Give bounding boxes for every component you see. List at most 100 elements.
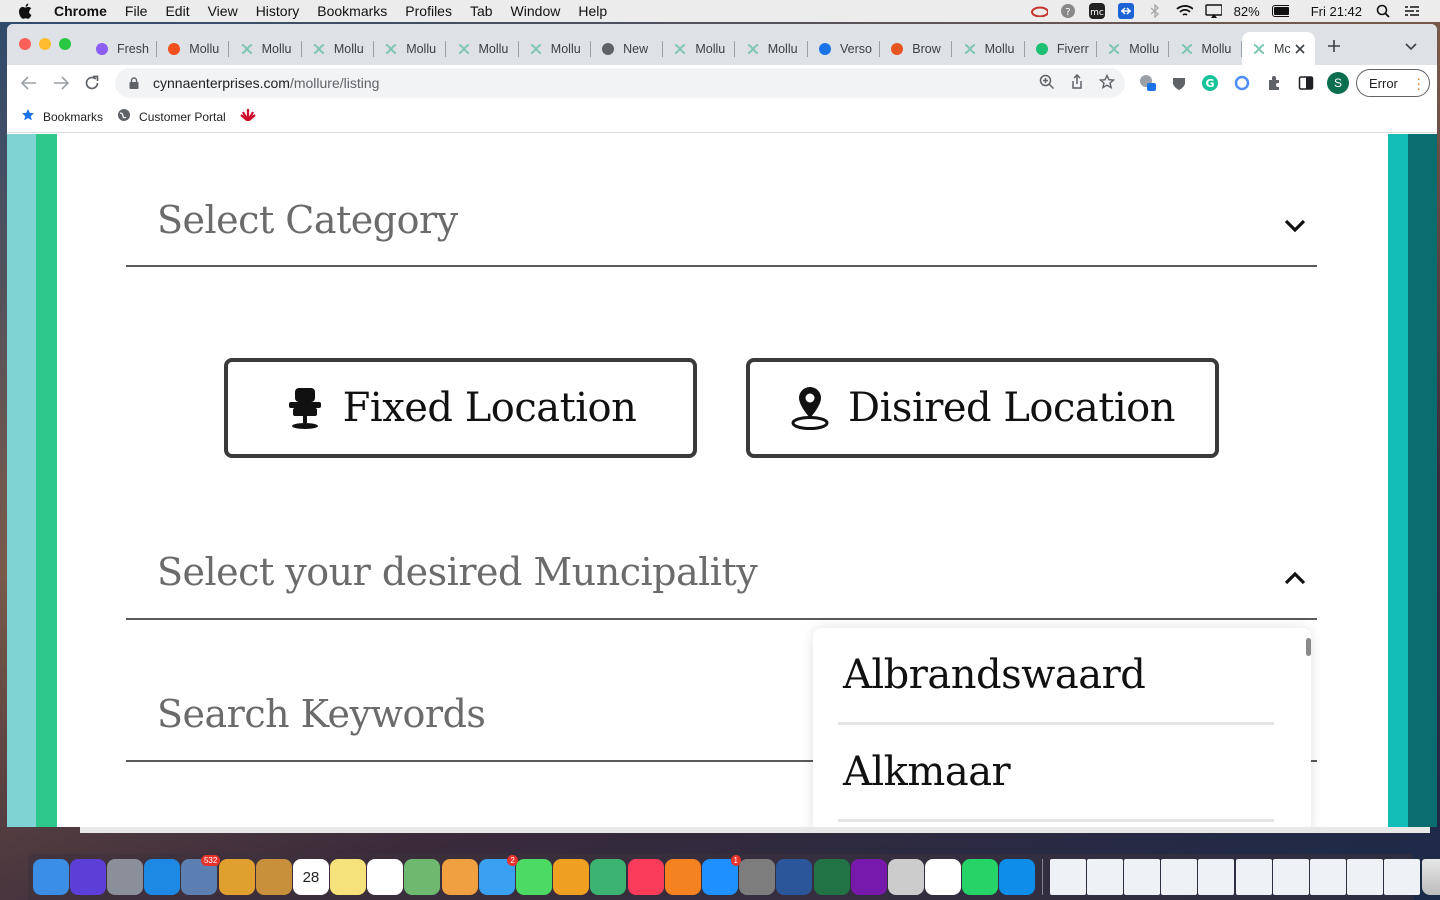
airplay-icon[interactable]	[1204, 4, 1222, 18]
creative-cloud-icon[interactable]	[1030, 4, 1048, 18]
municipality-option[interactable]: Alkmaar	[838, 725, 1274, 822]
tab[interactable]: Mollu	[230, 32, 302, 65]
minimized-window-thumbnail[interactable]	[1124, 859, 1161, 895]
tab[interactable]: Brow	[880, 32, 953, 65]
word-dock-icon[interactable]	[776, 859, 813, 895]
extension-chat-icon[interactable]	[1139, 74, 1157, 92]
address-bar[interactable]: cynnaenterprises.com/mollure/listing	[115, 68, 1125, 98]
municipality-dropdown[interactable]: Albrandswaard Alkmaar	[813, 628, 1311, 827]
books-dock-icon[interactable]	[664, 859, 701, 895]
bookmark-item-huawei[interactable]	[240, 109, 256, 124]
menu-file[interactable]: File	[125, 3, 148, 19]
finder-dock-icon[interactable]	[32, 859, 69, 895]
tab[interactable]: Mollu	[736, 32, 808, 65]
share-icon[interactable]	[1069, 73, 1085, 93]
keynote-dock-icon[interactable]	[218, 859, 255, 895]
menu-app-name[interactable]: Chrome	[54, 3, 107, 19]
close-tab-icon[interactable]	[1295, 43, 1305, 57]
tab[interactable]: Mollu	[447, 32, 519, 65]
teamviewer-status-icon[interactable]	[1118, 3, 1135, 19]
category-select[interactable]: Select Category	[126, 134, 1317, 267]
teamviewer-dock-icon[interactable]	[999, 859, 1036, 895]
launchpad-dock-icon[interactable]	[106, 859, 143, 895]
minimized-window-thumbnail[interactable]	[1161, 859, 1198, 895]
notes-dock-icon[interactable]	[330, 859, 367, 895]
tab[interactable]: Mollu	[519, 32, 591, 65]
menu-help[interactable]: Help	[578, 3, 607, 19]
app-store-dock-icon[interactable]: 1	[701, 855, 741, 895]
tab[interactable]: New	[591, 32, 664, 65]
more-menu-icon[interactable]: · · ·	[1416, 71, 1421, 95]
forward-button[interactable]	[51, 73, 71, 93]
menu-tab[interactable]: Tab	[470, 3, 493, 19]
spotlight-search-icon[interactable]	[1374, 4, 1391, 18]
tab-active[interactable]: Mc	[1242, 32, 1315, 65]
excel-dock-icon[interactable]	[813, 859, 850, 895]
minimized-window-thumbnail[interactable]	[1309, 859, 1346, 895]
music-dock-icon[interactable]	[627, 859, 664, 895]
tab[interactable]: Verso	[808, 32, 880, 65]
menubar-clock[interactable]: Fri 21:42	[1311, 4, 1362, 19]
municipality-select[interactable]: Select your desired Muncipality	[126, 534, 1317, 620]
zoom-icon[interactable]	[1039, 74, 1055, 93]
tab[interactable]: Fiverr	[1025, 32, 1097, 65]
bookmark-item-bookmarks[interactable]: Bookmarks	[21, 108, 103, 125]
minimized-window-thumbnail[interactable]	[1235, 859, 1272, 895]
chevron-up-icon[interactable]	[1283, 566, 1307, 590]
chevron-down-icon[interactable]	[1283, 214, 1307, 238]
minimize-window-button[interactable]	[39, 38, 51, 50]
tab[interactable]: Mollu	[157, 32, 230, 65]
new-tab-button[interactable]	[1327, 36, 1341, 59]
tab[interactable]: Fresh	[85, 32, 157, 65]
grammarly-icon[interactable]: G	[1201, 74, 1219, 92]
numbers-dock-icon[interactable]	[590, 859, 627, 895]
trash-dock-icon[interactable]	[1421, 859, 1440, 895]
onenote-dock-icon[interactable]	[850, 859, 887, 895]
tab[interactable]: Mollu	[663, 32, 736, 65]
tab[interactable]: Mollu	[1170, 32, 1242, 65]
side-panel-icon[interactable]	[1297, 74, 1315, 92]
fixed-location-button[interactable]: Fixed Location	[224, 358, 697, 458]
extensions-puzzle-icon[interactable]	[1265, 74, 1283, 92]
profile-error-button[interactable]: Error · · ·	[1356, 69, 1430, 97]
menu-view[interactable]: View	[208, 3, 238, 19]
lock-icon[interactable]	[129, 77, 139, 89]
siri-dock-icon[interactable]	[69, 859, 106, 895]
minimized-window-thumbnail[interactable]	[1198, 859, 1235, 895]
mc-status-icon[interactable]: mc	[1089, 3, 1106, 19]
help-dock-icon[interactable]	[887, 859, 924, 895]
tab[interactable]: Mollu	[302, 32, 374, 65]
bluetooth-icon[interactable]	[1147, 4, 1164, 18]
tab[interactable]: Mollu	[374, 32, 447, 65]
maps-dock-icon[interactable]	[404, 859, 441, 895]
tab[interactable]: Mollu	[953, 32, 1025, 65]
municipality-option[interactable]: Albrandswaard	[838, 628, 1274, 725]
photos-dock-icon[interactable]	[441, 859, 478, 895]
tab-search-chevron-icon[interactable]	[1405, 38, 1417, 56]
menu-window[interactable]: Window	[511, 3, 561, 19]
help-status-icon[interactable]: ?	[1060, 4, 1077, 18]
bookmark-star-icon[interactable]	[1098, 73, 1116, 93]
extension-shield-icon[interactable]	[1170, 74, 1188, 92]
pages-dock-icon[interactable]	[553, 859, 590, 895]
system-preferences-dock-icon[interactable]	[739, 859, 776, 895]
facetime-dock-icon[interactable]	[516, 859, 553, 895]
extension-ring-icon[interactable]	[1233, 74, 1251, 92]
messages-dock-icon[interactable]: 2	[478, 855, 518, 895]
desired-location-button[interactable]: Disired Location	[746, 358, 1219, 458]
bookmark-item-customer-portal[interactable]: Customer Portal	[117, 108, 226, 125]
minimized-window-thumbnail[interactable]	[1086, 859, 1123, 895]
minimized-window-thumbnail[interactable]	[1049, 859, 1086, 895]
battery-icon[interactable]	[1271, 4, 1289, 18]
menu-bookmarks[interactable]: Bookmarks	[317, 3, 387, 19]
back-button[interactable]	[19, 73, 39, 93]
apple-icon[interactable]	[18, 3, 32, 19]
preview-dock-icon[interactable]: 532	[181, 855, 221, 895]
contacts-dock-icon[interactable]	[255, 859, 292, 895]
zoom-window-button[interactable]	[59, 38, 71, 50]
minimized-window-thumbnail[interactable]	[1347, 859, 1384, 895]
dropdown-scrollbar[interactable]	[1306, 638, 1311, 656]
control-center-icon[interactable]	[1403, 4, 1420, 18]
menu-history[interactable]: History	[256, 3, 300, 19]
close-window-button[interactable]	[19, 38, 31, 50]
